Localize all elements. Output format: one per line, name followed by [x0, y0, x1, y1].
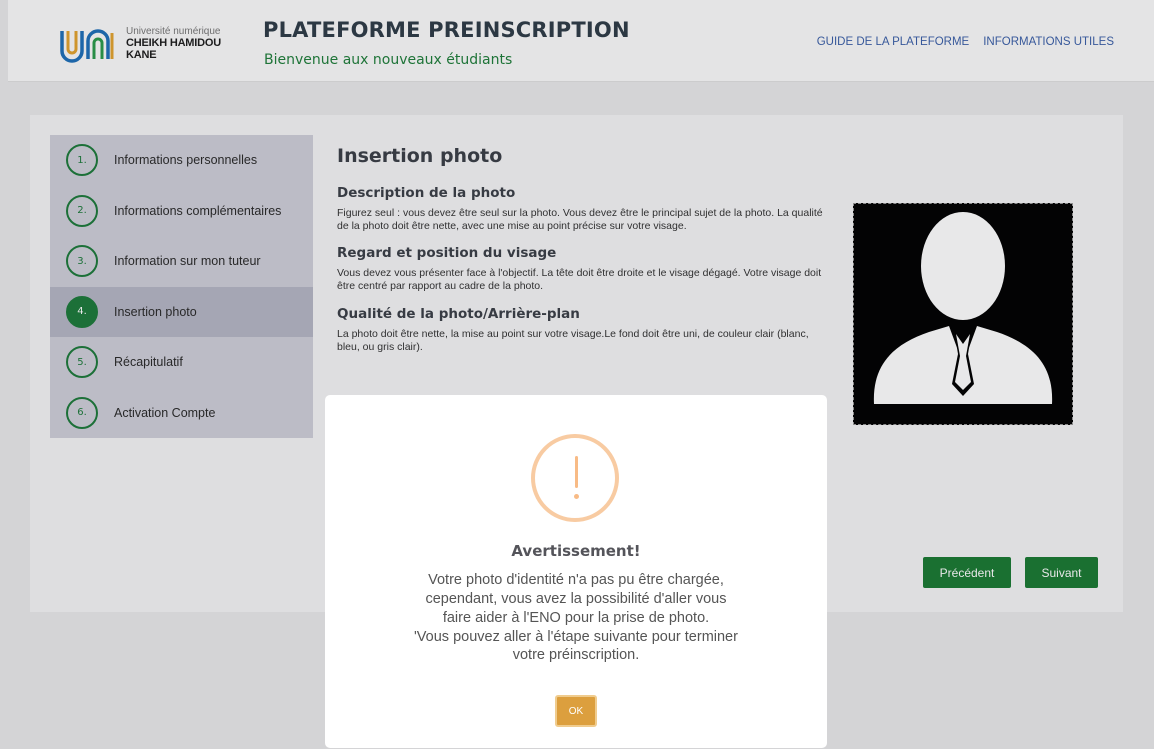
dialog-title: Avertissement! — [511, 542, 641, 560]
dialog-message-line: 'Vous pouvez aller à l'étape suivante po… — [414, 628, 738, 645]
dialog-message-line: votre préinscription. — [512, 647, 640, 664]
dialog-message: Votre photo d'identité n'a pas pu être c… — [365, 571, 787, 665]
dialog-message-line: cependant, vous avez la possibilité d'al… — [425, 590, 727, 607]
warning-dialog: Avertissement! Votre photo d'identité n'… — [325, 395, 827, 748]
dialog-message-line: faire aider à l'ENO pour la prise de pho… — [442, 609, 710, 626]
warning-icon — [531, 434, 619, 522]
dialog-message-line: Votre photo d'identité n'a pas pu être c… — [428, 572, 724, 588]
ok-button[interactable]: OK — [555, 695, 597, 727]
